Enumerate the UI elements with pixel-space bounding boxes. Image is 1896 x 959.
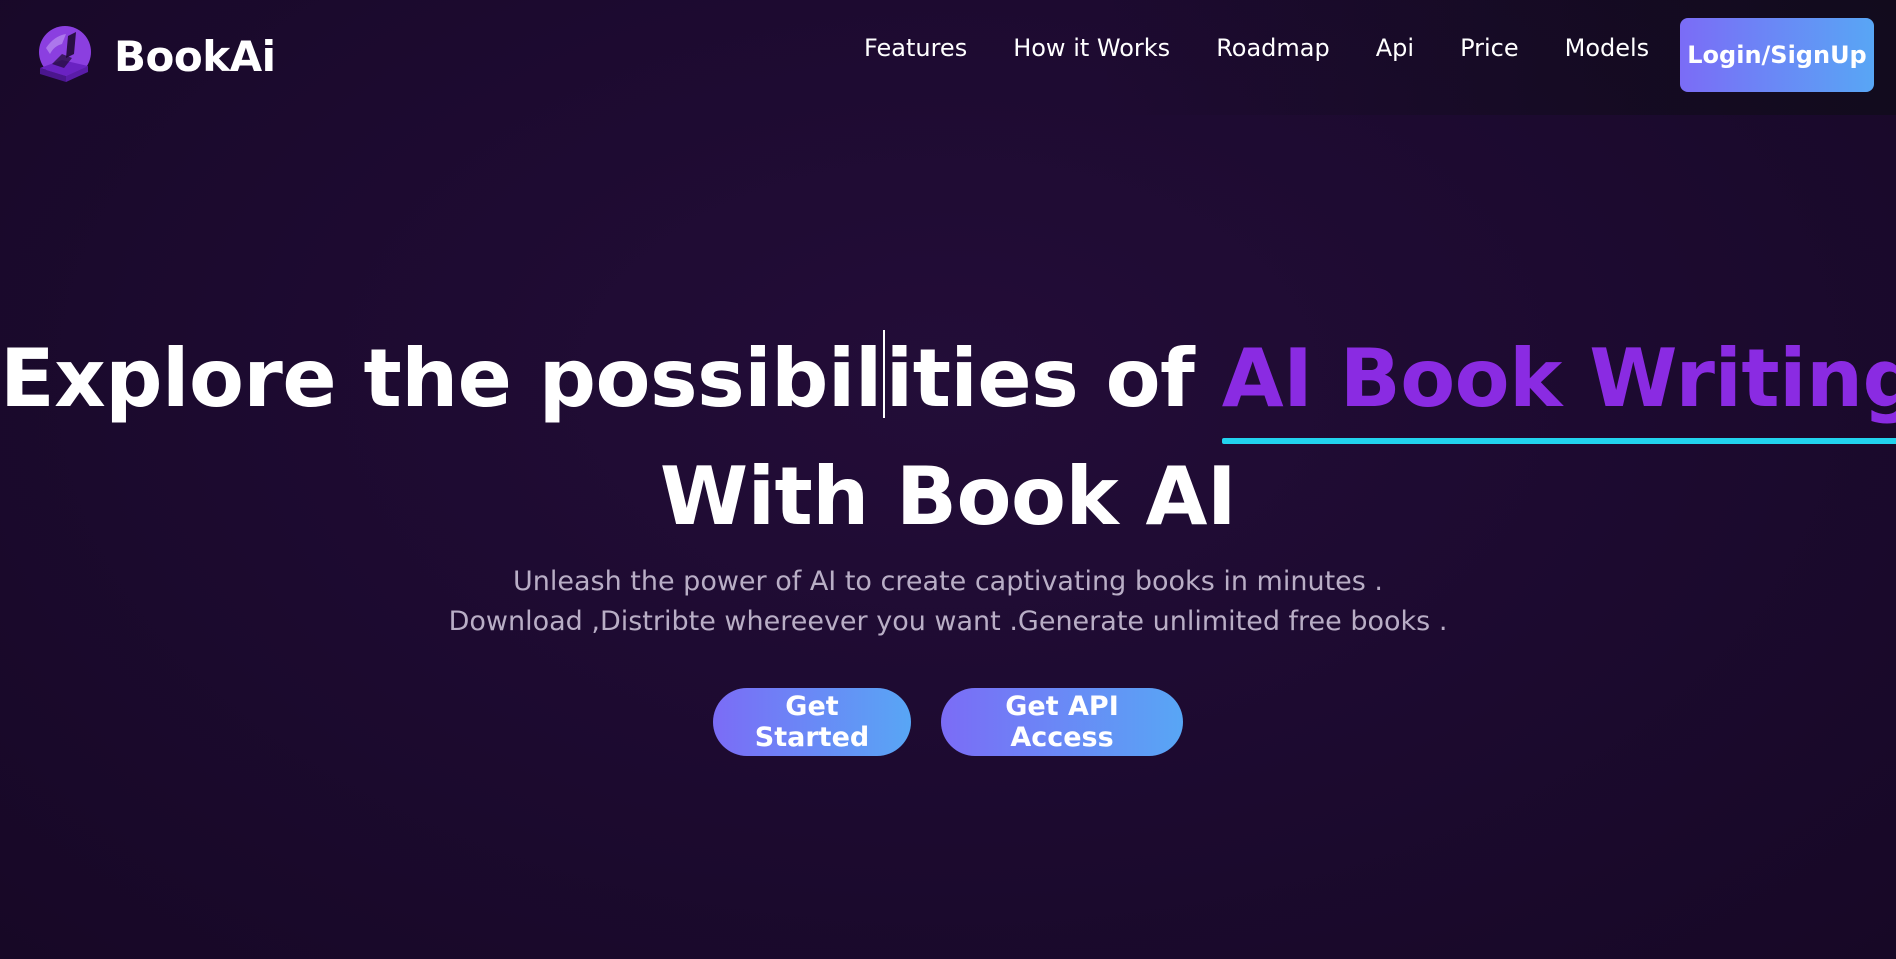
nav-how-it-works-link[interactable]: How it Works bbox=[1013, 34, 1170, 62]
get-api-access-button[interactable]: Get API Access bbox=[941, 688, 1183, 756]
book-globe-logo-icon bbox=[39, 26, 91, 82]
nav-features-link[interactable]: Features bbox=[864, 34, 967, 62]
landing-page: BookAi Features How it Works Roadmap Api… bbox=[0, 0, 1896, 959]
nav-api-link[interactable]: Api bbox=[1376, 34, 1414, 62]
get-started-button[interactable]: Get Started bbox=[713, 688, 911, 756]
nav-price-link[interactable]: Price bbox=[1460, 34, 1519, 62]
headline-highlight: AI Book Writing bbox=[1221, 320, 1896, 444]
subtitle-line-1: Unleash the power of AI to create captiv… bbox=[513, 566, 1383, 597]
nav-roadmap-link[interactable]: Roadmap bbox=[1216, 34, 1330, 62]
text-cursor-caret bbox=[882, 330, 885, 418]
brand-name: BookAi bbox=[114, 31, 276, 81]
login-signup-button[interactable]: Login/SignUp bbox=[1680, 18, 1874, 92]
headline-line-1: Explore the possibilities of AI Book Wri… bbox=[0, 320, 1896, 444]
headline-line-2: With Book AI bbox=[659, 450, 1237, 543]
brand-home-link[interactable]: BookAi bbox=[32, 20, 276, 92]
headline-text-middle: ities of bbox=[885, 332, 1222, 425]
nav-models-link[interactable]: Models bbox=[1565, 34, 1650, 62]
main-nav: Features How it Works Roadmap Api Price … bbox=[864, 34, 1649, 62]
hero-headline: Explore the possibilities of AI Book Wri… bbox=[0, 320, 1896, 556]
hero-section: Explore the possibilities of AI Book Wri… bbox=[0, 320, 1896, 756]
subtitle-line-2: Download ,Distribte whereever you want .… bbox=[448, 606, 1448, 637]
top-navbar: BookAi Features How it Works Roadmap Api… bbox=[0, 0, 1896, 115]
headline-text-start: Explore the possibil bbox=[0, 332, 882, 425]
hero-subtitle: Unleash the power of AI to create captiv… bbox=[0, 562, 1896, 642]
cta-row: Get Started Get API Access bbox=[0, 688, 1896, 756]
